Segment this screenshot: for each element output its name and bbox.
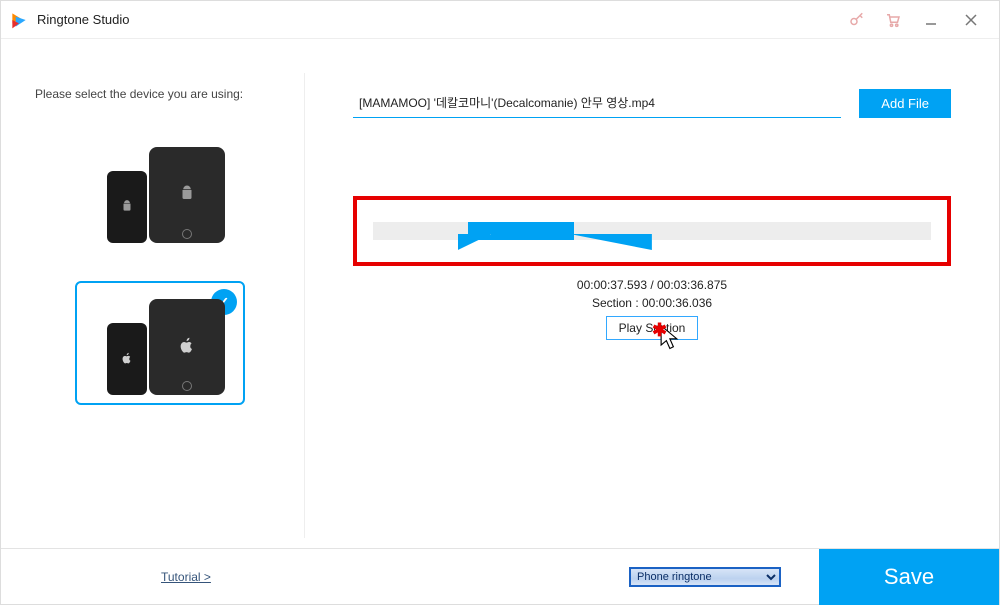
- android-icon: [120, 197, 134, 218]
- app-window: Ringtone Studio Please select the device…: [0, 0, 1000, 605]
- app-logo-icon: [9, 10, 29, 30]
- add-file-button[interactable]: Add File: [859, 89, 951, 118]
- apple-icon: [120, 349, 134, 370]
- minimize-button[interactable]: [911, 4, 951, 36]
- window-title: Ringtone Studio: [37, 12, 130, 27]
- timeline-track[interactable]: [373, 222, 931, 240]
- section-handle-left[interactable]: [458, 234, 491, 250]
- tutorial-link[interactable]: Tutorial >: [161, 570, 211, 584]
- device-panel: Please select the device you are using: …: [15, 73, 305, 538]
- editor-highlight-box: [353, 196, 951, 266]
- play-section-button[interactable]: Play Section: [606, 316, 699, 340]
- apple-icon: [177, 335, 197, 360]
- close-button[interactable]: [951, 4, 991, 36]
- titlebar: Ringtone Studio: [1, 1, 999, 39]
- device-prompt: Please select the device you are using:: [35, 87, 288, 101]
- android-icon: [178, 184, 196, 207]
- cart-icon[interactable]: [875, 4, 911, 36]
- time-section: Section : 00:00:36.036: [353, 294, 951, 312]
- section-handle-right[interactable]: [570, 234, 652, 250]
- device-card-android[interactable]: ✓: [75, 129, 245, 253]
- save-button[interactable]: Save: [819, 549, 999, 605]
- time-readout: 00:00:37.593 / 00:03:36.875 Section : 00…: [353, 276, 951, 312]
- device-grid: ✓ ✓: [31, 129, 288, 405]
- ringtone-type-select[interactable]: Phone ringtone: [629, 567, 781, 587]
- file-row: [MAMAMOO] '데칼코마니'(Decalcomanie) 안무 영상.mp…: [353, 89, 951, 118]
- content: Please select the device you are using: …: [1, 39, 999, 548]
- device-card-apple[interactable]: ✓: [75, 281, 245, 405]
- time-current-total: 00:00:37.593 / 00:03:36.875: [353, 276, 951, 294]
- editor-panel: [MAMAMOO] '데칼코마니'(Decalcomanie) 안무 영상.mp…: [305, 73, 985, 538]
- bottom-bar: Tutorial > Phone ringtone Save: [1, 548, 999, 604]
- file-name-field[interactable]: [MAMAMOO] '데칼코마니'(Decalcomanie) 안무 영상.mp…: [353, 90, 841, 118]
- editor: 00:00:37.593 / 00:03:36.875 Section : 00…: [353, 196, 951, 340]
- key-icon[interactable]: [839, 4, 875, 36]
